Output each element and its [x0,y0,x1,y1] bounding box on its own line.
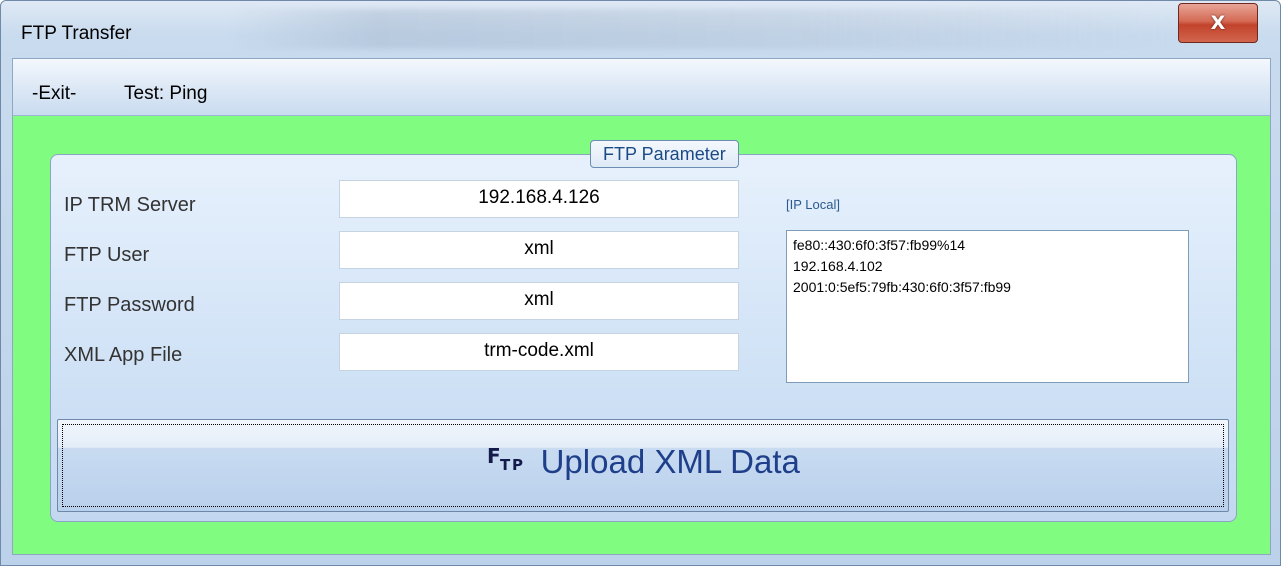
ip-trm-server-input[interactable]: 192.168.4.126 [339,180,739,218]
ftp-user-input[interactable]: xml [339,231,739,269]
ip-address-item[interactable]: fe80::430:6f0:3f57:fb99%14 [793,235,1182,256]
menu-item-test-ping[interactable]: Test: Ping [124,83,207,105]
ip-local-label: [IP Local] [786,197,840,212]
ftp-parameter-group: FTP Parameter IP TRM Server 192.168.4.12… [50,140,1237,522]
title-bar[interactable]: FTP Transfer X [1,1,1280,61]
ip-address-item[interactable]: 192.168.4.102 [793,256,1182,277]
ip-trm-server-label: IP TRM Server [64,194,196,216]
upload-xml-data-button[interactable]: F T P Upload XML Data [57,419,1229,512]
ftp-password-label: FTP Password [64,294,195,316]
ftp-password-input[interactable]: xml [339,282,739,320]
upload-button-label: Upload XML Data [540,442,800,480]
svg-text:P: P [512,456,523,474]
ftp-icon: F T P [486,441,530,482]
xml-app-file-label: XML App File [64,344,183,366]
close-icon: X [1210,12,1226,34]
client-area: -Exit- Test: Ping FTP Parameter IP TRM S… [12,58,1271,555]
ftp-user-label: FTP User [64,244,150,266]
ip-local-list[interactable]: fe80::430:6f0:3f57:fb99%14 192.168.4.102… [786,230,1189,383]
window-title: FTP Transfer [21,23,132,44]
svg-text:F: F [487,444,501,468]
ip-address-item[interactable]: 2001:0:5ef5:79fb:430:6f0:3f57:fb99 [793,277,1182,298]
svg-text:T: T [500,456,511,474]
ftp-transfer-window: FTP Transfer X -Exit- Test: Ping FTP Par… [0,0,1281,566]
menu-item-exit[interactable]: -Exit- [32,83,76,105]
menu-bar: -Exit- Test: Ping [13,59,1270,116]
xml-app-file-input[interactable]: trm-code.xml [339,333,739,371]
group-legend: FTP Parameter [590,140,739,168]
close-button[interactable]: X [1178,3,1258,43]
title-bar-background [231,9,1191,49]
upload-button-content: F T P Upload XML Data [58,441,1228,482]
